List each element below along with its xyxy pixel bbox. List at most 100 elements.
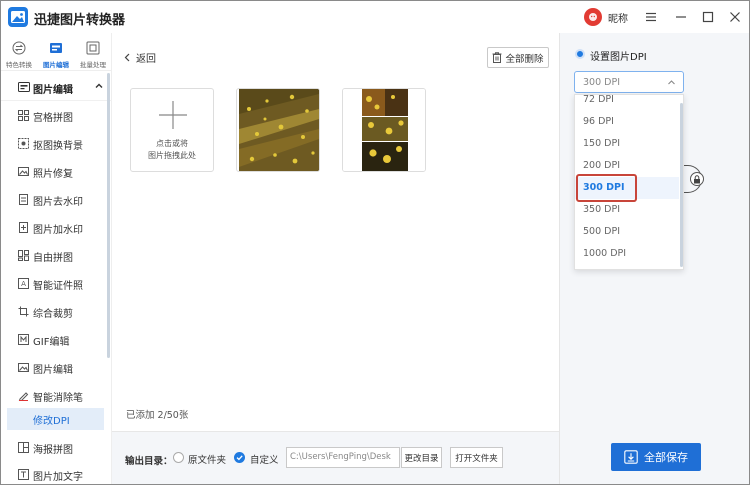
- sidebar-item-poster[interactable]: 海报拼图: [7, 437, 104, 459]
- sidebar-item-label: 自由拼图: [33, 253, 73, 264]
- remove-watermark-icon: [19, 194, 28, 205]
- sidebar-item-cutout[interactable]: 抠图换背景: [7, 133, 104, 155]
- avatar[interactable]: [584, 8, 602, 26]
- photo-repair-icon: [18, 167, 29, 176]
- save-all-label: 全部保存: [644, 451, 688, 464]
- dpi-select[interactable]: 300 DPI: [574, 71, 684, 93]
- top-nav: 特色转换 图片编辑 批量处理: [1, 33, 112, 71]
- sidebar-item-free-collage[interactable]: 自由拼图: [7, 245, 104, 267]
- sidebar-scrollbar[interactable]: [107, 73, 110, 358]
- dpi-option[interactable]: 150 DPI: [575, 133, 679, 155]
- main-area: 返回 全部删除 点击或将 图片拖拽此处 已添加 2/50张 输出目录： 原文件夹…: [112, 33, 559, 484]
- edit-icon: [18, 363, 29, 372]
- dpi-option[interactable]: 350 DPI: [575, 199, 679, 221]
- sidebar-item-remove-watermark[interactable]: 图片去水印: [7, 189, 104, 211]
- free-collage-icon: [18, 250, 29, 261]
- image-thumbnail[interactable]: [236, 88, 320, 172]
- tab-label: 批量处理: [80, 61, 106, 69]
- selection-highlight-box: [576, 174, 637, 202]
- add-tile-text-1: 点击或将: [156, 139, 188, 148]
- set-dpi-radio[interactable]: [575, 49, 585, 59]
- sidebar-item-grid-collage[interactable]: 宫格拼图: [7, 105, 104, 127]
- dpi-option[interactable]: 96 DPI: [575, 111, 679, 133]
- check-icon: [236, 455, 243, 461]
- add-text-icon: [18, 469, 29, 480]
- sidebar-item-eraser-pen[interactable]: 智能消除笔: [7, 385, 104, 407]
- hamburger-icon: [646, 12, 656, 22]
- sidebar-item-label: 图片加文字: [33, 472, 83, 483]
- gif-icon: [18, 334, 29, 345]
- back-button[interactable]: 返回: [124, 50, 156, 65]
- sidebar-item-label: 综合裁剪: [33, 309, 73, 320]
- sidebar-item-label: 图片去水印: [33, 197, 83, 208]
- crop-icon: [18, 306, 29, 317]
- sidebar-item-label: 智能证件照: [33, 281, 83, 292]
- sidebar-item-modify-dpi[interactable]: 修改DPI: [7, 408, 104, 430]
- chevron-up-icon: [95, 83, 103, 88]
- lock-icon[interactable]: [690, 172, 704, 186]
- original-folder-label[interactable]: 原文件夹: [188, 452, 226, 466]
- output-path-field[interactable]: C:\Users\FengPing\Desk: [286, 447, 400, 468]
- username[interactable]: 昵称: [608, 10, 628, 25]
- sidebar: 特色转换 图片编辑 批量处理 图片编辑 宫格拼图 抠图换背景 照片修复 图片去水…: [1, 33, 112, 484]
- minimize-icon: [676, 16, 686, 18]
- change-dir-button[interactable]: 更改目录: [401, 447, 442, 468]
- download-icon: [624, 450, 638, 464]
- title-bar: 迅捷图片转换器 昵称: [1, 1, 749, 33]
- plus-icon: [159, 101, 187, 129]
- section-image-edit[interactable]: 图片编辑: [1, 73, 112, 101]
- batch-icon: [86, 41, 100, 55]
- thumbnail-leaves-path: [239, 89, 319, 171]
- tab-batch[interactable]: 批量处理: [76, 37, 110, 69]
- add-tile-text-2: 图片拖拽此处: [148, 151, 196, 160]
- tab-label: 图片编辑: [43, 61, 69, 69]
- open-folder-button[interactable]: 打开文件夹: [450, 447, 503, 468]
- minimize-button[interactable]: [672, 8, 690, 26]
- dropdown-scrollbar[interactable]: [680, 103, 683, 267]
- dpi-option[interactable]: 1000 DPI: [575, 243, 679, 265]
- add-watermark-icon: [19, 222, 28, 233]
- app-logo-icon: [8, 7, 28, 27]
- app-window: 迅捷图片转换器 昵称 特色转换 图片编辑 批量处理 图片编辑 宫格拼图 抠图换背…: [0, 0, 750, 485]
- sidebar-item-add-text[interactable]: 图片加文字: [7, 464, 104, 484]
- sidebar-item-add-watermark[interactable]: 图片加水印: [7, 217, 104, 239]
- sidebar-item-label: 照片修复: [33, 169, 73, 180]
- sidebar-item-label: GIF编辑: [33, 337, 70, 348]
- sidebar-item-label: 宫格拼图: [33, 113, 73, 124]
- tab-featured-convert[interactable]: 特色转换: [2, 37, 36, 69]
- convert-icon: [12, 41, 26, 55]
- original-folder-radio[interactable]: [173, 452, 184, 463]
- grid-icon: [18, 110, 29, 121]
- image-count: 已添加 2/50张: [126, 410, 189, 421]
- sidebar-item-image-edit[interactable]: 图片编辑: [7, 357, 104, 379]
- sidebar-item-id-photo[interactable]: A 智能证件照: [7, 273, 104, 295]
- image-thumbnail[interactable]: [342, 88, 426, 172]
- sidebar-item-label: 修改DPI: [33, 416, 70, 427]
- output-dir-label: 输出目录：: [125, 456, 173, 467]
- chevron-left-icon: [124, 53, 130, 65]
- delete-all-button[interactable]: 全部删除: [487, 47, 549, 68]
- custom-folder-label[interactable]: 自定义: [250, 452, 279, 466]
- sidebar-item-crop[interactable]: 综合裁剪: [7, 301, 104, 323]
- sidebar-item-gif[interactable]: GIF编辑: [7, 329, 104, 351]
- sidebar-item-label: 图片编辑: [33, 365, 73, 376]
- custom-folder-radio[interactable]: [234, 452, 245, 463]
- set-dpi-label: 设置图片DPI: [590, 52, 647, 63]
- tab-image-edit[interactable]: 图片编辑: [39, 37, 73, 69]
- sidebar-item-label: 图片加水印: [33, 225, 83, 236]
- menu-button[interactable]: [642, 8, 660, 26]
- sidebar-item-label: 智能消除笔: [33, 393, 83, 404]
- id-photo-icon: A: [18, 278, 29, 289]
- close-icon: [730, 12, 740, 22]
- poster-icon: [18, 442, 29, 453]
- sidebar-item-label: 抠图换背景: [33, 141, 83, 152]
- save-all-button[interactable]: 全部保存: [611, 443, 701, 471]
- back-label: 返回: [136, 54, 156, 65]
- chevron-up-icon: [668, 80, 675, 85]
- add-image-tile[interactable]: 点击或将 图片拖拽此处: [130, 88, 214, 172]
- dpi-option[interactable]: 72 DPI: [575, 95, 679, 111]
- dpi-option[interactable]: 500 DPI: [575, 221, 679, 243]
- close-button[interactable]: [726, 8, 744, 26]
- maximize-button[interactable]: [699, 8, 717, 26]
- sidebar-item-photo-repair[interactable]: 照片修复: [7, 161, 104, 183]
